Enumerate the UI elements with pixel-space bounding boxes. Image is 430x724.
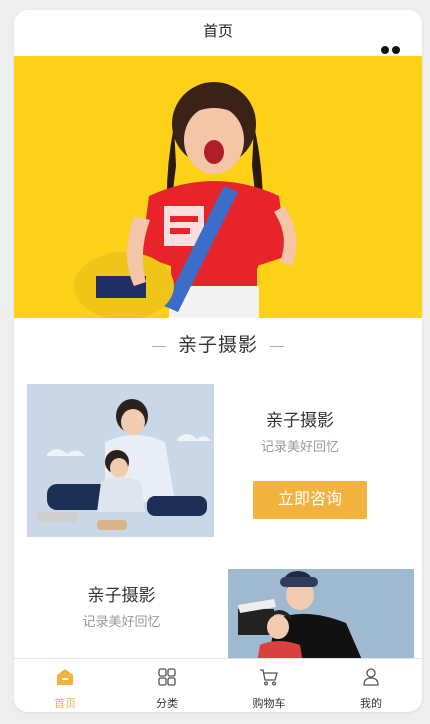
card-image[interactable] bbox=[228, 569, 414, 669]
grid-icon bbox=[158, 668, 176, 686]
tab-home[interactable]: 首页 bbox=[14, 659, 116, 712]
card-image[interactable] bbox=[27, 384, 214, 537]
top-nav-bar: 首页 bbox=[14, 10, 422, 98]
section-heading: 亲子摄影 bbox=[14, 318, 422, 374]
banner-image[interactable] bbox=[14, 56, 422, 318]
card-subtitle: 记录美好回忆 bbox=[260, 439, 339, 454]
tab-label: 我的 bbox=[360, 698, 382, 710]
page-title: 首页 bbox=[202, 23, 233, 40]
home-icon bbox=[57, 669, 73, 685]
card-title: 亲子摄影 bbox=[87, 586, 156, 605]
card-subtitle: 记录美好回忆 bbox=[82, 614, 161, 629]
family-photo-illustration bbox=[27, 384, 214, 537]
family-photo-illustration bbox=[228, 569, 414, 669]
tab-category[interactable]: 分类 bbox=[116, 659, 218, 712]
phone-frame: 首页 亲子摄影 亲子摄影 记录美好回忆 立即咨询 亲子摄影 记录美好回忆 首页 … bbox=[14, 10, 422, 712]
tab-cart[interactable]: 购物车 bbox=[218, 659, 320, 712]
user-icon bbox=[363, 668, 379, 686]
heading-divider-left bbox=[152, 346, 166, 347]
bottom-tab-bar: 首页 分类 购物车 我的 bbox=[14, 658, 422, 712]
tab-label: 分类 bbox=[156, 698, 178, 710]
tab-label: 购物车 bbox=[252, 698, 286, 710]
section-heading-text: 亲子摄影 bbox=[177, 335, 258, 356]
consult-button[interactable]: 立即咨询 bbox=[253, 481, 367, 519]
tab-label: 首页 bbox=[54, 698, 76, 710]
banner-illustration bbox=[14, 56, 422, 318]
more-options-icon[interactable] bbox=[376, 28, 408, 98]
cart-icon bbox=[260, 669, 278, 686]
heading-divider-right bbox=[270, 346, 284, 347]
card-title: 亲子摄影 bbox=[266, 411, 334, 430]
tab-profile[interactable]: 我的 bbox=[320, 659, 422, 712]
